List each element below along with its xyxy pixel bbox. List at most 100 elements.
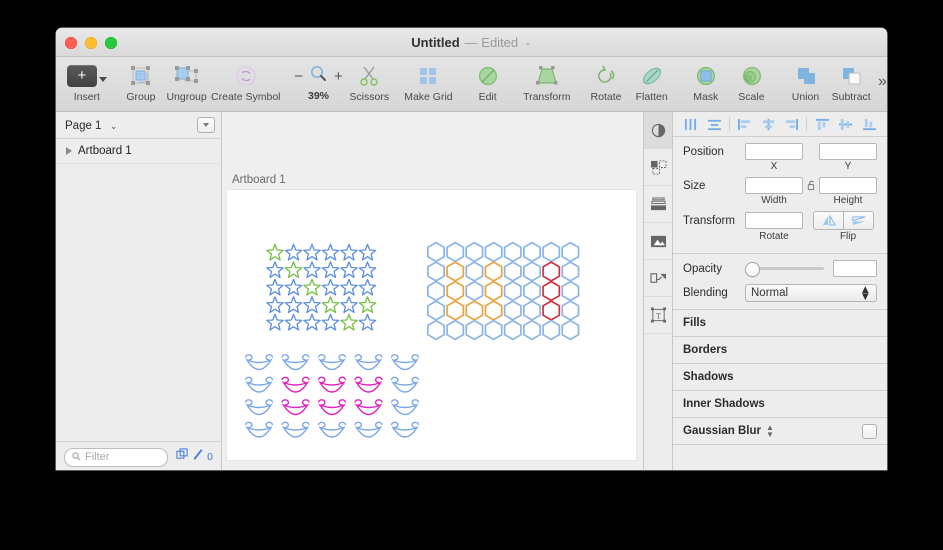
position-y-input[interactable]: [819, 143, 877, 160]
hexagons-grid-item[interactable]: [484, 300, 503, 321]
stars-grid-item[interactable]: [321, 243, 340, 261]
toolbar-item-edit[interactable]: Edit: [465, 57, 511, 115]
stars-grid-item[interactable]: [358, 261, 377, 279]
zoom-in-button[interactable]: +: [334, 68, 343, 85]
distribute-horizontally-icon[interactable]: [679, 113, 703, 135]
hexagons-grid-item[interactable]: [446, 300, 465, 321]
bowls-grid-item[interactable]: [390, 376, 420, 393]
hexagons-grid-item[interactable]: [446, 319, 465, 341]
hexagons-grid-item[interactable]: [542, 241, 561, 263]
bowls-grid-item[interactable]: [281, 376, 310, 393]
stars-grid-item[interactable]: [340, 261, 358, 279]
hexagons-grid-item[interactable]: [484, 261, 503, 282]
hexagons-grid-item[interactable]: [484, 241, 503, 263]
stars-grid-item[interactable]: [284, 261, 303, 279]
align-middle-icon[interactable]: [834, 113, 858, 135]
toolbar-overflow-button[interactable]: »: [874, 57, 887, 91]
stars-grid-item[interactable]: [340, 313, 358, 331]
canvas-area[interactable]: Artboard 1: [222, 112, 643, 470]
size-height-input[interactable]: [819, 177, 877, 194]
stars-grid-item[interactable]: [266, 243, 284, 261]
align-right-icon[interactable]: [780, 113, 804, 135]
stars-grid-item[interactable]: [303, 313, 321, 331]
bowls-grid-item[interactable]: [390, 421, 420, 438]
hexagons-grid-item[interactable]: [561, 300, 580, 321]
duplicate-icon[interactable]: [176, 448, 189, 466]
size-width-input[interactable]: [745, 177, 803, 194]
stars-grid-item[interactable]: [266, 296, 284, 314]
stars-grid-item[interactable]: [358, 243, 377, 261]
stars-grid-item[interactable]: [321, 278, 340, 296]
hexagons-grid-item[interactable]: [446, 280, 465, 302]
gaussian-blur-checkbox[interactable]: [862, 423, 877, 439]
hexagons-grid-item[interactable]: [503, 280, 522, 302]
stars-grid-item[interactable]: [266, 313, 284, 331]
hexagons-grid-item[interactable]: [523, 319, 541, 341]
hexagons-grid-item[interactable]: [542, 280, 561, 302]
section-fills[interactable]: Fills: [673, 310, 887, 337]
hexagons-grid-item[interactable]: [523, 261, 541, 282]
bowls-grid-item[interactable]: [281, 354, 310, 371]
stars-grid-item[interactable]: [321, 313, 340, 331]
stars-grid-item[interactable]: [284, 313, 303, 331]
stars-grid-item[interactable]: [266, 261, 284, 279]
opacity-slider-knob[interactable]: [745, 262, 760, 277]
pen-icon[interactable]: [192, 448, 204, 466]
section-inner-shadows[interactable]: Inner Shadows: [673, 391, 887, 418]
hexagons-grid-item[interactable]: [523, 280, 541, 302]
toolbar-item-ungroup[interactable]: Ungroup: [164, 57, 210, 115]
zoom-out-button[interactable]: −: [294, 68, 303, 85]
filter-input[interactable]: Filter: [64, 447, 169, 467]
hexagons-grid-item[interactable]: [484, 319, 503, 341]
unlocked-padlock-icon[interactable]: [803, 180, 819, 191]
bowls-grid-item[interactable]: [354, 376, 383, 393]
stars-grid-item[interactable]: [266, 278, 284, 296]
flip-horizontal-icon[interactable]: [813, 211, 844, 230]
hexagons-grid-item[interactable]: [542, 300, 561, 321]
artboard[interactable]: [227, 190, 636, 460]
hexagons-grid-item[interactable]: [561, 319, 580, 341]
hexagons-grid-item[interactable]: [465, 319, 484, 341]
bowls-grid-item[interactable]: [390, 399, 420, 416]
stars-grid-item[interactable]: [321, 296, 340, 314]
stars-grid-item[interactable]: [340, 243, 358, 261]
toolbar-item-transform[interactable]: Transform: [510, 57, 583, 115]
position-x-input[interactable]: [745, 143, 803, 160]
toolbar-item-create-symbol[interactable]: Create Symbol: [209, 57, 282, 115]
toolbar-item-flatten[interactable]: Flatten: [629, 57, 675, 115]
align-left-icon[interactable]: [733, 113, 757, 135]
hexagons-grid-item[interactable]: [465, 261, 484, 282]
hexagons-grid-item[interactable]: [427, 300, 445, 321]
stars-grid-item[interactable]: [284, 243, 303, 261]
flip-vertical-icon[interactable]: [844, 211, 874, 230]
bowls-grid-item[interactable]: [281, 421, 310, 438]
artboard-label[interactable]: Artboard 1: [232, 174, 286, 186]
bowls-grid-item[interactable]: [317, 421, 347, 438]
hexagons-grid-item[interactable]: [503, 319, 522, 341]
hexagons-grid-item[interactable]: [465, 300, 484, 321]
section-borders[interactable]: Borders: [673, 337, 887, 364]
bowls-grid-item[interactable]: [317, 354, 347, 371]
hexagons-grid-item[interactable]: [484, 280, 503, 302]
stars-grid-item[interactable]: [284, 278, 303, 296]
hexagons-grid-item[interactable]: [503, 241, 522, 263]
bowls-grid-item[interactable]: [244, 376, 274, 393]
bowls-grid-item[interactable]: [354, 421, 383, 438]
stars-grid-item[interactable]: [303, 278, 321, 296]
stars-grid-item[interactable]: [303, 243, 321, 261]
stars-grid-item[interactable]: [340, 278, 358, 296]
text-icon[interactable]: T: [644, 297, 672, 334]
opacity-slider[interactable]: [745, 262, 824, 277]
hexagons-grid-item[interactable]: [446, 241, 465, 263]
stars-grid-item[interactable]: [321, 261, 340, 279]
page-selector[interactable]: Page 1 ⌄: [65, 116, 117, 134]
hexagons-grid-item[interactable]: [542, 319, 561, 341]
section-gaussian-blur[interactable]: Gaussian Blur ▲ ▼: [673, 418, 887, 445]
bowls-grid-item[interactable]: [317, 399, 347, 416]
stars-grid-item[interactable]: [358, 296, 377, 314]
bowls-grid-item[interactable]: [244, 399, 274, 416]
toolbar-item-subtract[interactable]: Subtract: [828, 57, 874, 115]
hexagons-grid-item[interactable]: [542, 261, 561, 282]
toolbar-item-group[interactable]: Group: [118, 57, 164, 115]
bowls-grid-item[interactable]: [244, 421, 274, 438]
